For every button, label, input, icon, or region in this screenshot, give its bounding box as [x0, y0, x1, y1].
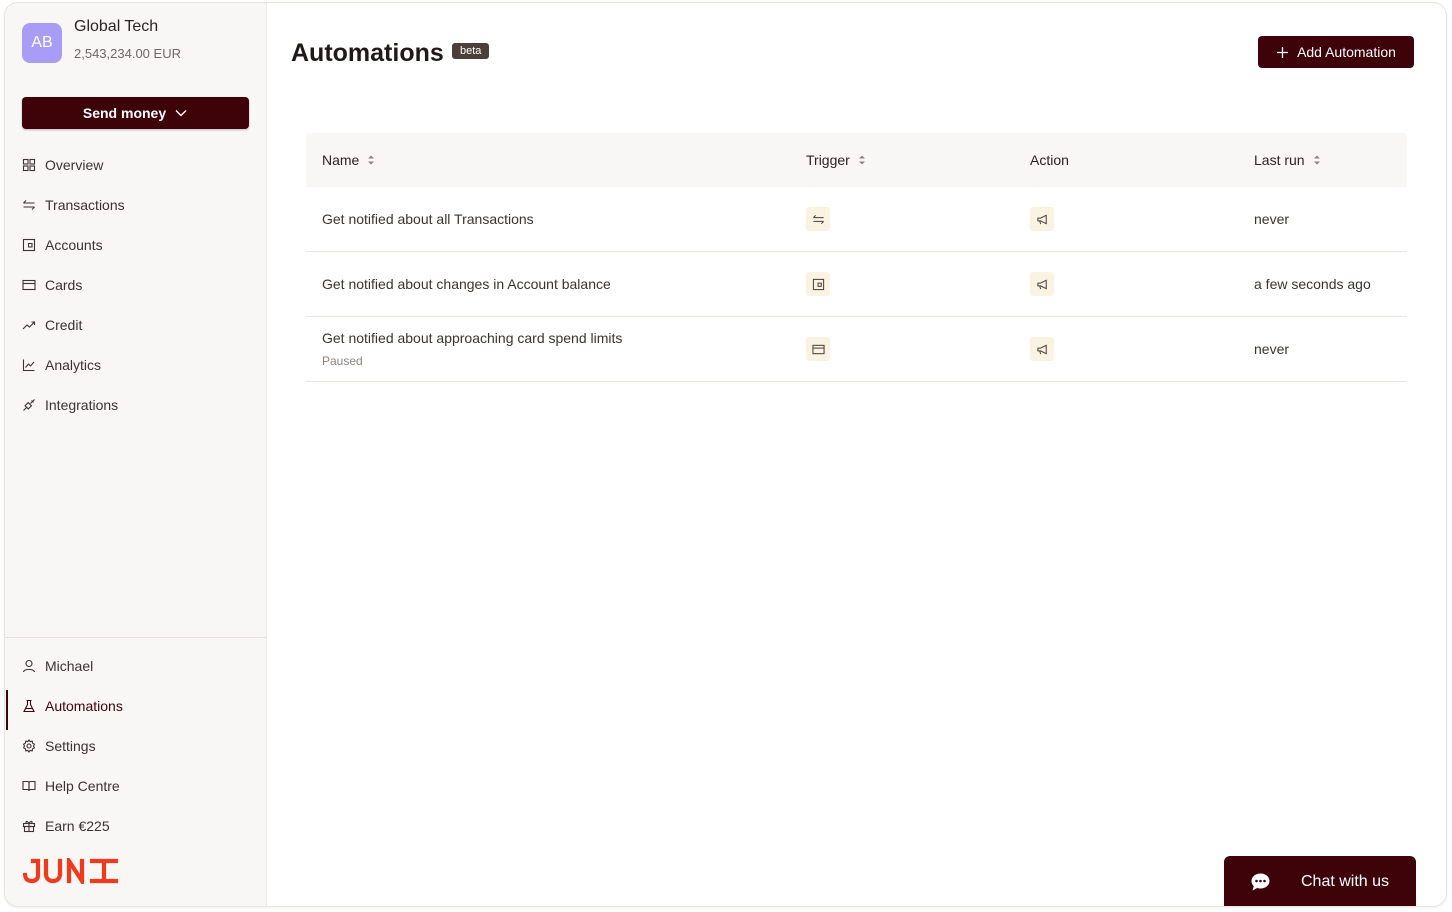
- automation-name: Get notified about changes in Account ba…: [322, 276, 611, 292]
- chat-label: Chat with us: [1301, 873, 1390, 890]
- sidebar-item-label: Analytics: [45, 357, 102, 373]
- sidebar: AB Global Tech 2,543,234.00 EUR Send mon…: [5, 3, 267, 906]
- automation-name-cell: Get notified about all Transactions: [322, 187, 534, 251]
- column-label: Trigger: [806, 152, 850, 168]
- sidebar-item-label: Accounts: [45, 237, 103, 253]
- plug-icon: [22, 398, 36, 412]
- sidebar-item-label: Integrations: [45, 397, 119, 413]
- table-row[interactable]: Get notified about approaching card spen…: [306, 317, 1407, 382]
- chat-with-us-button[interactable]: Chat with us: [1224, 856, 1416, 906]
- credit-card-icon: [806, 337, 830, 361]
- last-run: a few seconds ago: [1254, 276, 1371, 292]
- main-nav: Overview Transactions Accounts Cards Cre…: [5, 145, 266, 425]
- org-switcher[interactable]: AB Global Tech 2,543,234.00 EUR: [22, 18, 181, 63]
- column-header-last-run[interactable]: Last run: [1254, 133, 1321, 187]
- chat-bubble-icon: [1251, 873, 1270, 891]
- sidebar-item-cards[interactable]: Cards: [5, 265, 266, 305]
- sort-icon: [1313, 155, 1320, 165]
- add-automation-label: Add Automation: [1297, 44, 1396, 60]
- sort-icon: [858, 155, 865, 165]
- column-label: Action: [1030, 152, 1069, 168]
- org-name: Global Tech: [74, 18, 159, 35]
- arrows-swap-icon: [806, 207, 830, 231]
- sidebar-item-credit[interactable]: Credit: [5, 305, 266, 345]
- sidebar-item-label: Help Centre: [45, 778, 120, 794]
- column-header-action: Action: [1030, 133, 1069, 187]
- sidebar-item-profile[interactable]: Michael: [5, 646, 266, 686]
- sidebar-item-label: Michael: [45, 658, 94, 674]
- add-automation-button[interactable]: Add Automation: [1258, 36, 1414, 68]
- sidebar-item-overview[interactable]: Overview: [5, 145, 266, 185]
- table-header: Name Trigger Action Last run: [306, 133, 1407, 187]
- sidebar-item-help[interactable]: Help Centre: [5, 766, 266, 806]
- sidebar-item-accounts[interactable]: Accounts: [5, 225, 266, 265]
- megaphone-icon: [1030, 337, 1054, 361]
- status-paused: Paused: [322, 354, 363, 368]
- automations-table: Name Trigger Action Last run Get notifie…: [306, 133, 1407, 382]
- user-icon: [22, 659, 36, 673]
- sidebar-divider: [5, 637, 267, 638]
- sidebar-item-label: Settings: [45, 738, 96, 754]
- send-money-button[interactable]: Send money: [22, 97, 249, 129]
- sidebar-item-label: Transactions: [45, 197, 125, 213]
- app-window: AB Global Tech 2,543,234.00 EUR Send mon…: [4, 2, 1447, 907]
- megaphone-icon: [1030, 207, 1054, 231]
- gear-icon: [22, 739, 36, 753]
- secondary-nav: Michael Automations Settings Help Centre…: [5, 646, 266, 846]
- chevron-down-icon: [175, 110, 187, 117]
- juni-logo: [22, 853, 120, 889]
- megaphone-icon: [1030, 272, 1054, 296]
- sidebar-item-transactions[interactable]: Transactions: [5, 185, 266, 225]
- sidebar-item-label: Credit: [45, 317, 83, 333]
- line-chart-icon: [22, 358, 36, 372]
- sort-icon: [368, 155, 375, 165]
- sidebar-item-label: Earn €225: [45, 818, 110, 834]
- sidebar-item-label: Automations: [45, 698, 123, 714]
- wallet-icon: [22, 238, 36, 252]
- send-money-label: Send money: [82, 105, 167, 121]
- column-header-name[interactable]: Name: [322, 133, 375, 187]
- credit-card-icon: [22, 278, 36, 292]
- column-label: Last run: [1254, 152, 1305, 168]
- automation-name: Get notified about all Transactions: [322, 211, 534, 227]
- automation-name-cell: Get notified about approaching card spen…: [322, 317, 622, 381]
- gift-icon: [22, 819, 36, 833]
- table-row[interactable]: Get notified about all Transactions neve…: [306, 187, 1407, 252]
- sidebar-item-analytics[interactable]: Analytics: [5, 345, 266, 385]
- column-header-trigger[interactable]: Trigger: [806, 133, 866, 187]
- automation-name: Get notified about approaching card spen…: [322, 330, 623, 346]
- org-balance: 2,543,234.00 EUR: [74, 46, 181, 61]
- sidebar-item-automations[interactable]: Automations: [5, 686, 266, 730]
- grid-icon: [22, 158, 36, 172]
- book-icon: [22, 779, 36, 793]
- page-title: Automations: [291, 39, 444, 67]
- sidebar-item-settings[interactable]: Settings: [5, 726, 266, 766]
- sidebar-item-label: Cards: [45, 277, 83, 293]
- wallet-icon: [806, 272, 830, 296]
- last-run: never: [1254, 211, 1290, 227]
- column-label: Name: [322, 152, 360, 168]
- avatar: AB: [22, 23, 62, 63]
- trending-up-icon: [22, 318, 36, 332]
- table-row[interactable]: Get notified about changes in Account ba…: [306, 252, 1407, 317]
- arrows-swap-icon: [22, 198, 36, 212]
- sidebar-item-integrations[interactable]: Integrations: [5, 385, 266, 425]
- sidebar-item-referral[interactable]: Earn €225: [5, 806, 266, 846]
- last-run: never: [1254, 341, 1290, 357]
- plus-icon: [1277, 46, 1289, 58]
- flask-icon: [22, 699, 36, 713]
- sidebar-item-label: Overview: [45, 157, 104, 173]
- beta-badge: beta: [452, 43, 490, 59]
- automation-name-cell: Get notified about changes in Account ba…: [322, 252, 611, 316]
